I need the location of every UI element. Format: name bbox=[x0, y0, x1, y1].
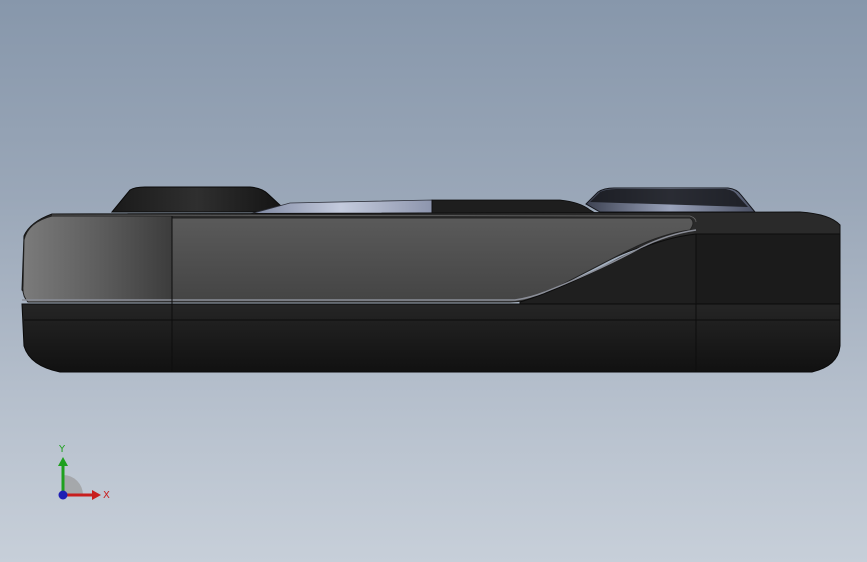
x-axis-label: X bbox=[103, 490, 110, 501]
z-axis-dot-icon bbox=[58, 490, 68, 500]
left-end-face bbox=[22, 215, 173, 303]
y-axis-arrow-icon bbox=[58, 457, 68, 466]
x-axis-arrow-icon bbox=[92, 490, 101, 500]
left-knob bbox=[110, 186, 283, 213]
orientation-triad[interactable]: Y X bbox=[48, 440, 128, 510]
y-axis-label: Y bbox=[58, 444, 66, 455]
graphics-viewport[interactable]: Y X bbox=[0, 0, 867, 562]
lower-body bbox=[21, 303, 841, 373]
3d-model-view[interactable] bbox=[0, 0, 867, 562]
